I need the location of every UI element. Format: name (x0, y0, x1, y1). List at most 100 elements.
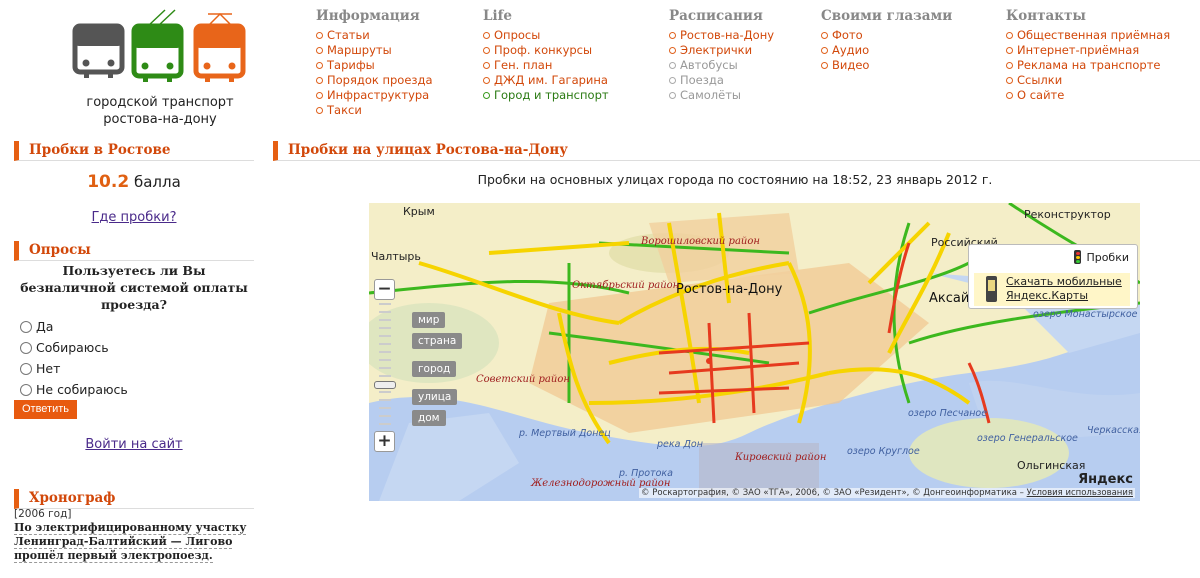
nav-column-info: Информация Статьи Маршруты Тарифы Порядо… (316, 8, 433, 118)
nav-link[interactable]: Самолёты (669, 88, 774, 103)
zoom-out-button[interactable]: − (374, 279, 395, 300)
poll-option[interactable]: Да (20, 319, 53, 334)
chronograph-year: [2006 год] (14, 508, 72, 520)
map-label: р. Мертвый Донец (519, 428, 611, 439)
map-label: Октябрьский район (572, 280, 680, 291)
zoom-label-street[interactable]: улица (412, 389, 458, 405)
nav-link[interactable]: О сайте (1006, 88, 1170, 103)
zoom-label-city[interactable]: город (412, 361, 457, 377)
yandex-logo[interactable]: Яндекс (1078, 472, 1133, 487)
poll-option-label: Да (36, 319, 54, 334)
map-label: река Дон (657, 439, 703, 450)
copyright-text: © Роскартография, © ЗАО «ТГА», 2006, © З… (641, 488, 1024, 498)
nav-link[interactable]: Ссылки (1006, 73, 1170, 88)
map-label: р. Протока (619, 468, 673, 479)
poll-option-label: Нет (36, 361, 61, 376)
nav-link[interactable]: Ростов-на-Дону (669, 28, 774, 43)
map-label: озеро Круглое (847, 446, 920, 457)
nav-link[interactable]: Интернет-приёмная (1006, 43, 1170, 58)
nav-column-life: Life Опросы Проф. конкурсы Ген. план ДЖД… (483, 8, 609, 103)
nav-column-schedules: Расписания Ростов-на-Дону Электрички Авт… (669, 8, 774, 103)
traffic-section-header: Пробки в Ростове (14, 141, 254, 161)
map-label: Ольгинская (1017, 459, 1086, 472)
nav-link[interactable]: Видео (821, 58, 952, 73)
zoom-in-button[interactable]: + (374, 431, 395, 452)
radio-button[interactable] (20, 362, 32, 375)
nav-heading: Расписания (669, 8, 763, 24)
chronograph-section-header: Хронограф (14, 489, 254, 509)
map-label: Ворошиловский район (641, 236, 760, 247)
map-copyright: © Роскартография, © ЗАО «ТГА», 2006, © З… (639, 488, 1135, 498)
nav-heading: Life (483, 8, 513, 24)
transport-icons (72, 9, 246, 82)
map-label: Крым (403, 205, 435, 218)
promo-link-line1[interactable]: Скачать мобильные (1006, 275, 1122, 288)
nav-link[interactable]: Автобусы (669, 58, 774, 73)
traffic-map[interactable]: Крым Чалтырь Реконструктор Российский Ак… (369, 203, 1140, 501)
nav-link[interactable]: Такси (316, 103, 433, 118)
radio-button[interactable] (20, 383, 32, 396)
nav-heading: Информация (316, 8, 420, 24)
nav-link[interactable]: Маршруты (316, 43, 433, 58)
map-label: озеро Генеральское (977, 433, 1078, 444)
chronograph-text[interactable]: По электрифицированному участку Ленингра… (14, 521, 254, 563)
map-label: озеро Песчаное (908, 408, 988, 419)
nav-link[interactable]: Инфраструктура (316, 88, 433, 103)
nav-link[interactable]: Проф. конкурсы (483, 43, 609, 58)
phone-icon (986, 276, 997, 302)
nav-link[interactable]: Ген. план (483, 58, 609, 73)
traffic-score-unit: балла (133, 173, 181, 191)
zoom-scale[interactable] (379, 303, 391, 433)
map-label: Черкасская (1087, 425, 1140, 436)
nav-link[interactable]: Тарифы (316, 58, 433, 73)
mobile-maps-promo[interactable]: Скачать мобильные Яндекс.Карты (974, 273, 1130, 306)
yandex-logo-text: Яндекс (1078, 472, 1133, 487)
login-link[interactable]: Войти на сайт (14, 437, 254, 452)
nav-link[interactable]: ДЖД им. Гагарина (483, 73, 609, 88)
poll-option[interactable]: Нет (20, 361, 60, 376)
nav-heading: Контакты (1006, 8, 1086, 24)
map-label: озеро Монастырское (1033, 309, 1138, 320)
vote-button[interactable]: Ответить (14, 400, 77, 419)
zoom-slider-handle[interactable] (374, 381, 396, 389)
page-subtitle: Пробки на основных улицах города по сост… (477, 172, 993, 187)
nav-link[interactable]: Город и транспорт (483, 88, 609, 103)
nav-link[interactable]: Статьи (316, 28, 433, 43)
poll-option[interactable]: Не собираюсь (20, 382, 128, 397)
site-logo[interactable]: городской транспорт ростова-на-дону (60, 8, 260, 133)
page-title: Пробки на улицах Ростова-на-Дону (273, 141, 1200, 161)
traffic-light-icon (1074, 250, 1082, 264)
nav-link[interactable]: Порядок проезда (316, 73, 433, 88)
zoom-label-country[interactable]: страна (412, 333, 463, 349)
traffic-toggle[interactable]: Пробки (1074, 250, 1129, 264)
map-label: Чалтырь (371, 250, 421, 263)
nav-link[interactable]: Аудио (821, 43, 952, 58)
chronograph-link[interactable]: По электрифицированному участку Ленингра… (14, 521, 247, 563)
zoom-label-house[interactable]: дом (412, 410, 446, 426)
nav-link[interactable]: Фото (821, 28, 952, 43)
map-label: Кировский район (735, 452, 827, 463)
nav-link[interactable]: Опросы (483, 28, 609, 43)
nav-link[interactable]: Поезда (669, 73, 774, 88)
map-label: Аксай (929, 291, 970, 306)
nav-link[interactable]: Электрички (669, 43, 774, 58)
terms-link[interactable]: Условия использования (1027, 488, 1133, 498)
radio-button[interactable] (20, 341, 32, 354)
map-label: Ростов-на-Дону (676, 282, 783, 297)
traffic-toggle-label: Пробки (1086, 250, 1129, 264)
logo-caption-line1: городской транспорт (86, 95, 234, 110)
where-traffic-link[interactable]: Где пробки? (14, 210, 254, 225)
poll-question: Пользуетесь ли Вы безналичной системой о… (20, 263, 248, 312)
promo-link-line2[interactable]: Яндекс.Карты (1006, 289, 1088, 302)
traffic-layer-panel: Пробки Скачать мобильные Яндекс.Карты (968, 244, 1138, 309)
poll-option[interactable]: Собираюсь (20, 340, 109, 355)
nav-link[interactable]: Реклама на транспорте (1006, 58, 1170, 73)
nav-column-contacts: Контакты Общественная приёмная Интернет-… (1006, 8, 1170, 103)
map-label: Советский район (476, 374, 570, 385)
logo-caption: городской транспорт ростова-на-дону (60, 94, 260, 128)
logo-caption-line2: ростова-на-дону (103, 112, 217, 127)
nav-link[interactable]: Общественная приёмная (1006, 28, 1170, 43)
radio-button[interactable] (20, 320, 32, 333)
nav-heading: Своими глазами (821, 8, 953, 24)
zoom-label-world[interactable]: мир (412, 312, 446, 328)
